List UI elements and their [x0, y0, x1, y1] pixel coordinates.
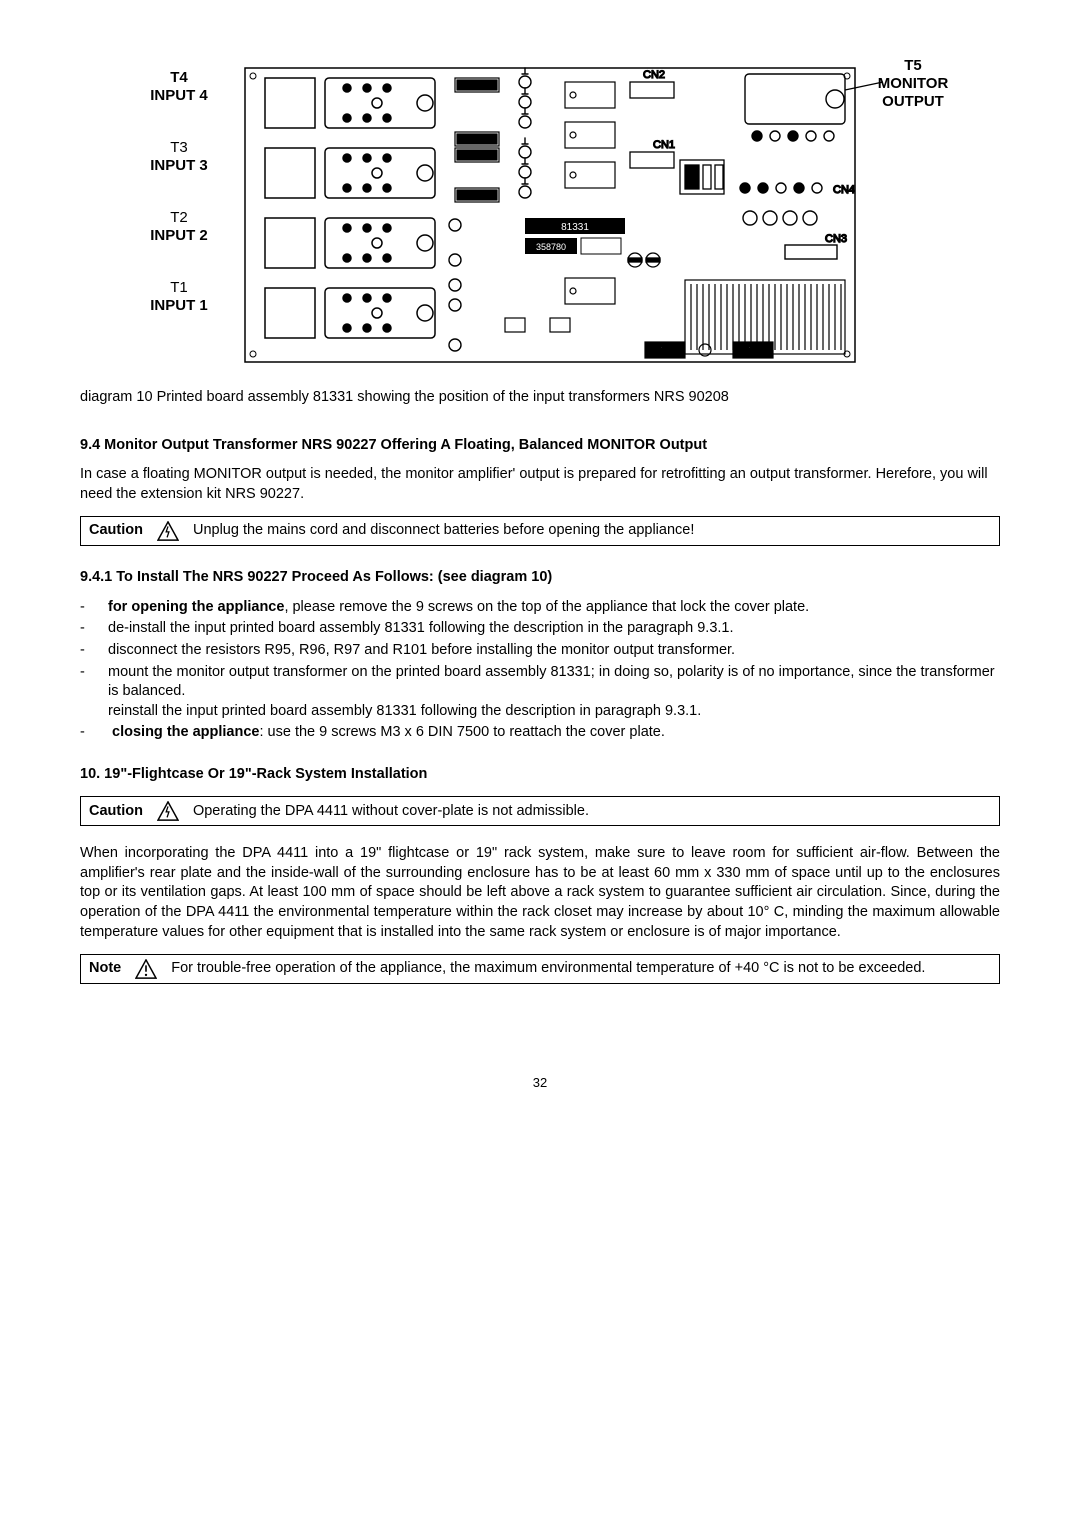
label-monitor: MONITOR	[878, 75, 949, 92]
para-9-4: In case a floating MONITOR output is nee…	[80, 465, 1000, 504]
svg-text:CN4: CN4	[833, 184, 855, 196]
page-number: 32	[80, 1074, 1000, 1092]
svg-text:81331: 81331	[561, 222, 589, 233]
note-label: Note	[89, 959, 121, 979]
exclamation-triangle-icon	[135, 959, 157, 979]
heading-9-4-1: 9.4.1 To Install The NRS 90227 Proceed A…	[80, 568, 1000, 588]
para-10: When incorporating the DPA 4411 into a 1…	[80, 844, 1000, 942]
heading-10: 10. 19"-Flightcase Or 19"-Rack System In…	[80, 765, 1000, 785]
note-text: For trouble-free operation of the applia…	[171, 959, 925, 979]
svg-text:CN3: CN3	[825, 233, 847, 245]
caution-box-2: Caution Operating the DPA 4411 without c…	[80, 796, 1000, 826]
list-item: for opening the appliance, please remove…	[94, 598, 1000, 618]
label-input4: INPUT 4	[150, 87, 208, 104]
caution-text-2: Operating the DPA 4411 without cover-pla…	[193, 802, 589, 822]
diagram-caption: diagram 10 Printed board assembly 81331 …	[80, 388, 1000, 408]
heading-9-4: 9.4 Monitor Output Transformer NRS 90227…	[80, 436, 1000, 456]
label-input2: INPUT 2	[150, 227, 208, 244]
svg-text:CN2: CN2	[643, 69, 665, 81]
label-output: OUTPUT	[882, 93, 944, 110]
list-item: disconnect the resistors R95, R96, R97 a…	[94, 641, 1000, 661]
list-item: mount the monitor output transformer on …	[94, 663, 1000, 722]
svg-text:358780: 358780	[536, 242, 566, 252]
caution-label: Caution	[89, 802, 143, 822]
svg-text:CN1: CN1	[653, 139, 675, 151]
caution-label: Caution	[89, 521, 143, 541]
caution-box-1: Caution Unplug the mains cord and discon…	[80, 516, 1000, 546]
label-t2: T2	[170, 209, 188, 226]
label-input1: INPUT 1	[150, 297, 208, 314]
lightning-triangle-icon	[157, 801, 179, 821]
label-t1: T1	[170, 279, 188, 296]
label-t3: T3	[170, 139, 188, 156]
list-item: closing the appliance: use the 9 screws …	[94, 723, 1000, 743]
svg-text:CN5: CN5	[741, 346, 761, 357]
label-t4: T4	[170, 69, 188, 86]
install-steps-list: for opening the appliance, please remove…	[80, 598, 1000, 743]
label-t5: T5	[904, 60, 922, 74]
note-box: Note For trouble-free operation of the a…	[80, 954, 1000, 984]
svg-text:CN6: CN6	[653, 346, 673, 357]
pcb-diagram: T4 INPUT 4 T3 INPUT 3 T2 INPUT 2 T1 INPU…	[125, 60, 955, 370]
label-input3: INPUT 3	[150, 157, 208, 174]
caution-text-1: Unplug the mains cord and disconnect bat…	[193, 521, 694, 541]
list-item: de-install the input printed board assem…	[94, 619, 1000, 639]
lightning-triangle-icon	[157, 521, 179, 541]
